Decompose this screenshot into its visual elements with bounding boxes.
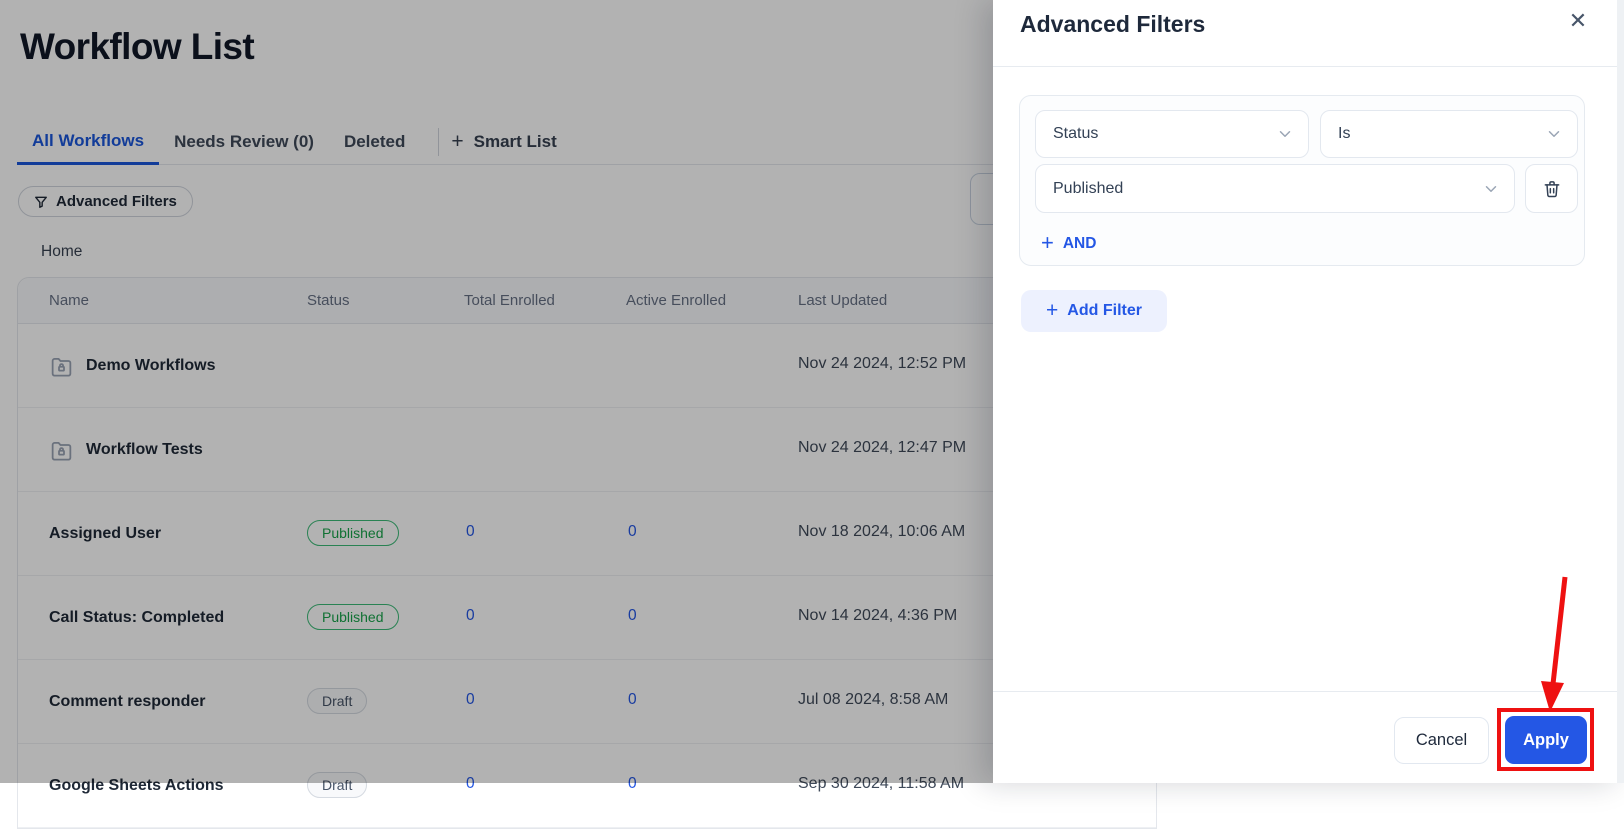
scrollbar[interactable] [1617, 0, 1624, 783]
filter-value-select[interactable]: Published [1035, 164, 1515, 213]
apply-button[interactable]: Apply [1505, 716, 1587, 764]
panel-title: Advanced Filters [1020, 11, 1206, 37]
chevron-down-icon [1545, 125, 1563, 143]
cancel-button[interactable]: Cancel [1394, 717, 1489, 764]
advanced-filters-panel: Advanced Filters ✕ Status Is Published +… [993, 0, 1624, 783]
filter-condition-card: Status Is Published + AND [1019, 95, 1585, 266]
add-filter-button[interactable]: + Add Filter [1021, 290, 1167, 332]
filter-field-select[interactable]: Status [1035, 110, 1309, 158]
plus-icon: + [1041, 230, 1054, 255]
delete-filter-button[interactable] [1525, 164, 1578, 213]
divider [993, 66, 1624, 67]
filter-operator-select[interactable]: Is [1320, 110, 1578, 158]
chevron-down-icon [1482, 180, 1500, 198]
chevron-down-icon [1276, 125, 1294, 143]
add-and-condition-button[interactable]: + AND [1041, 230, 1096, 255]
close-icon[interactable]: ✕ [1565, 8, 1591, 34]
divider [993, 691, 1624, 692]
modal-dim-overlay[interactable] [0, 0, 993, 783]
trash-icon [1542, 179, 1562, 199]
plus-icon: + [1046, 298, 1059, 322]
